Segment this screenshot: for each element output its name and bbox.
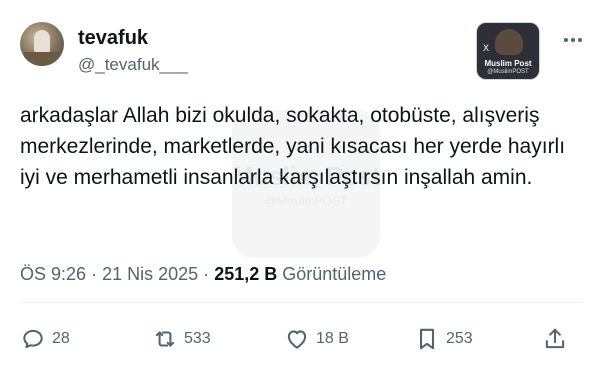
views-label: Görüntüleme — [282, 264, 387, 284]
meta-separator: · — [203, 264, 210, 284]
bookmark-count: 253 — [446, 330, 473, 347]
badge-x-icon: X — [483, 43, 490, 53]
bookmark-button[interactable]: 253 — [414, 322, 473, 356]
tweet-time[interactable]: ÖS 9:26 — [20, 264, 86, 284]
more-dot — [564, 38, 568, 42]
repost-icon — [155, 331, 175, 347]
meta-separator: · — [91, 264, 98, 284]
badge-title: Muslim Post — [484, 59, 532, 68]
reply-button[interactable]: 28 — [20, 322, 70, 356]
repost-count: 533 — [184, 330, 211, 347]
display-name[interactable]: tevafuk — [78, 26, 188, 50]
tweet-header: tevafuk @_tevafuk___ X Muslim Post @Musl… — [20, 22, 587, 86]
bookmark-icon — [420, 328, 434, 350]
user-handle[interactable]: @_tevafuk___ — [78, 54, 188, 76]
more-dot — [571, 38, 575, 42]
share-icon — [545, 328, 565, 349]
tweet-date[interactable]: 21 Nis 2025 — [102, 264, 198, 284]
share-button[interactable] — [542, 322, 568, 356]
reply-count: 28 — [52, 330, 70, 347]
attached-profile-badge[interactable]: X Muslim Post @MuslimPOST — [476, 22, 540, 80]
badge-photo — [495, 29, 523, 55]
tweet-text: arkadaşlar Allah bizi okulda, sokakta, o… — [20, 104, 566, 189]
divider — [20, 302, 583, 303]
views-count: 251,2 B — [214, 264, 278, 284]
reply-icon — [23, 329, 43, 349]
more-dot — [578, 38, 582, 42]
heart-icon — [287, 330, 307, 349]
more-options-icon[interactable] — [558, 30, 588, 50]
action-bar: 28 533 18 B 253 — [20, 322, 583, 356]
like-count: 18 B — [316, 330, 349, 347]
avatar-base — [24, 52, 60, 66]
avatar[interactable] — [20, 22, 64, 66]
watermark-subtext: @MuslimPOST — [264, 193, 348, 208]
repost-button[interactable]: 533 — [152, 322, 211, 356]
author-names: tevafuk @_tevafuk___ — [78, 26, 188, 76]
badge-handle: @MuslimPOST — [487, 69, 529, 75]
avatar-figure — [34, 30, 50, 54]
tweet-meta: ÖS 9:26 · 21 Nis 2025 · 251,2 B Görüntül… — [20, 262, 386, 286]
like-button[interactable]: 18 B — [284, 322, 349, 356]
